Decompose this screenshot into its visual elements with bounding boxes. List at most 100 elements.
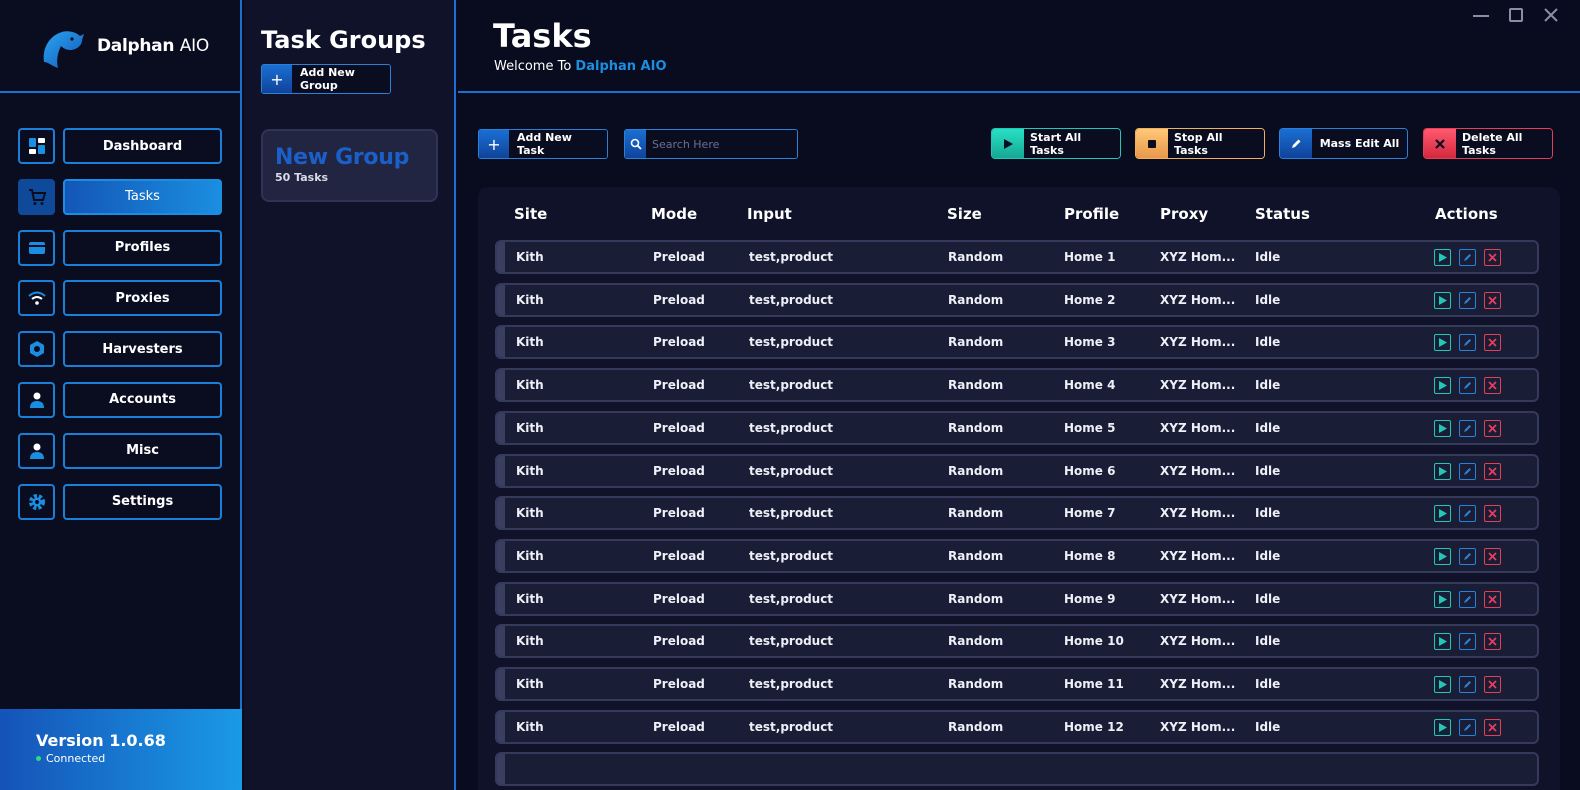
x-icon[interactable] bbox=[1484, 462, 1501, 480]
wifi-icon[interactable] bbox=[18, 280, 55, 317]
cart-icon[interactable] bbox=[18, 178, 55, 215]
sidebar-item-label[interactable]: Profiles bbox=[63, 229, 222, 266]
table-row[interactable]: Kith Preload test,product Random Home 7 XYZ H… bbox=[495, 496, 1539, 531]
cell-site: Kith bbox=[516, 420, 544, 435]
close-icon[interactable] bbox=[1544, 8, 1558, 22]
sidebar-item-accounts[interactable]: Accounts bbox=[18, 381, 222, 418]
pencil-icon[interactable] bbox=[1459, 462, 1476, 480]
sidebar-item-dashboard[interactable]: Dashboard bbox=[18, 128, 222, 164]
play-icon[interactable] bbox=[1434, 334, 1451, 352]
cell-input: test,product bbox=[749, 548, 834, 563]
column-header-proxy: Proxy bbox=[1160, 205, 1209, 223]
row-stripe bbox=[497, 455, 505, 486]
play-icon[interactable] bbox=[1434, 249, 1451, 266]
pencil-icon[interactable] bbox=[1459, 590, 1476, 608]
hexagon-icon[interactable] bbox=[18, 331, 55, 368]
x-icon[interactable] bbox=[1484, 505, 1501, 523]
x-icon[interactable] bbox=[1484, 334, 1501, 352]
play-icon[interactable] bbox=[1434, 462, 1451, 480]
pencil-icon[interactable] bbox=[1459, 419, 1476, 437]
dashboard-icon[interactable] bbox=[18, 128, 55, 164]
table-row[interactable]: Kith Preload test,product Random Home 9 XYZ H… bbox=[495, 581, 1539, 616]
play-icon[interactable] bbox=[1434, 633, 1451, 651]
sidebar-item-label[interactable]: Accounts bbox=[63, 381, 222, 418]
table-row[interactable] bbox=[495, 752, 1539, 787]
x-icon[interactable] bbox=[1484, 547, 1501, 565]
x-icon[interactable] bbox=[1484, 249, 1501, 266]
pencil-icon[interactable] bbox=[1459, 547, 1476, 565]
group-card[interactable]: New Group 50 Tasks bbox=[261, 129, 438, 202]
sidebar-item-profiles[interactable]: Profiles bbox=[18, 229, 222, 266]
play-icon[interactable] bbox=[1434, 377, 1451, 395]
sidebar-item-label[interactable]: Harvesters bbox=[63, 331, 222, 368]
sidebar-item-label[interactable]: Misc bbox=[63, 432, 222, 469]
cell-status: Idle bbox=[1255, 719, 1281, 734]
version-panel: Version 1.0.68 Connected bbox=[0, 709, 242, 790]
add-task-button[interactable]: + Add New Task bbox=[478, 129, 608, 159]
gear-icon[interactable] bbox=[18, 483, 55, 520]
sidebar-item-proxies[interactable]: Proxies bbox=[18, 280, 222, 317]
delete-all-button[interactable]: Delete All Tasks bbox=[1423, 128, 1553, 159]
card-icon[interactable] bbox=[18, 229, 55, 266]
page-title: Tasks bbox=[493, 17, 592, 55]
table-row[interactable]: Kith Preload test,product Random Home 4 XYZ H… bbox=[495, 368, 1539, 403]
play-icon[interactable] bbox=[1434, 547, 1451, 565]
x-icon[interactable] bbox=[1484, 419, 1501, 437]
sidebar-item-misc[interactable]: Misc bbox=[18, 432, 222, 469]
play-icon[interactable] bbox=[1434, 291, 1451, 309]
table-row[interactable]: Kith Preload test,product Random Home 6 XYZ H… bbox=[495, 453, 1539, 488]
cell-input: test,product bbox=[749, 250, 834, 264]
user-icon[interactable] bbox=[18, 432, 55, 469]
add-group-button[interactable]: + Add New Group bbox=[261, 64, 391, 94]
x-icon[interactable] bbox=[1484, 676, 1501, 693]
play-icon[interactable] bbox=[1434, 590, 1451, 608]
table-row[interactable]: Kith Preload test,product Random Home 2 XYZ H… bbox=[495, 282, 1539, 317]
sidebar-item-harvesters[interactable]: Harvesters bbox=[18, 331, 222, 368]
play-icon[interactable] bbox=[1434, 505, 1451, 523]
pencil-icon[interactable] bbox=[1459, 291, 1476, 309]
sidebar-item-settings[interactable]: Settings bbox=[18, 483, 222, 520]
pencil-icon[interactable] bbox=[1459, 633, 1476, 651]
sidebar-item-tasks[interactable]: Tasks bbox=[18, 178, 222, 215]
x-icon[interactable] bbox=[1484, 291, 1501, 309]
table-row[interactable]: Kith Preload test,product Random Home 8 XYZ H… bbox=[495, 538, 1539, 573]
cell-profile: Home 5 bbox=[1064, 420, 1116, 435]
x-icon[interactable] bbox=[1484, 633, 1501, 651]
table-row[interactable]: Kith Preload test,product Random Home 11 XYZ … bbox=[495, 667, 1539, 701]
search-box bbox=[624, 129, 798, 159]
pencil-icon[interactable] bbox=[1459, 334, 1476, 352]
table-row[interactable]: Kith Preload test,product Random Home 12 XYZ … bbox=[495, 709, 1539, 744]
sidebar-item-label[interactable]: Tasks bbox=[63, 178, 222, 215]
play-icon[interactable] bbox=[1434, 419, 1451, 437]
stop-all-button[interactable]: Stop All Tasks bbox=[1135, 128, 1265, 159]
pencil-icon[interactable] bbox=[1459, 505, 1476, 523]
x-icon[interactable] bbox=[1484, 590, 1501, 608]
mass-edit-button[interactable]: Mass Edit All bbox=[1279, 128, 1408, 159]
pencil-icon[interactable] bbox=[1459, 377, 1476, 395]
table-row[interactable]: Kith Preload test,product Random Home 3 XYZ H… bbox=[495, 325, 1539, 360]
pencil-icon[interactable] bbox=[1459, 676, 1476, 693]
x-icon[interactable] bbox=[1484, 718, 1501, 736]
user-icon[interactable] bbox=[18, 381, 55, 418]
status-dot-icon bbox=[36, 756, 41, 761]
maximize-icon[interactable] bbox=[1509, 8, 1523, 22]
cell-proxy: XYZ Hom... bbox=[1160, 378, 1236, 393]
cell-mode: Preload bbox=[653, 420, 705, 435]
table-row[interactable]: Kith Preload test,product Random Home 5 XYZ H… bbox=[495, 410, 1539, 445]
minimize-icon[interactable] bbox=[1473, 15, 1489, 17]
cell-input: test,product bbox=[749, 506, 834, 521]
search-input[interactable] bbox=[646, 130, 797, 158]
pencil-icon[interactable] bbox=[1459, 249, 1476, 266]
play-icon[interactable] bbox=[1434, 718, 1451, 736]
sidebar-item-label[interactable]: Proxies bbox=[63, 280, 222, 317]
x-icon[interactable] bbox=[1484, 377, 1501, 395]
table-row[interactable]: Kith Preload test,product Random Home 1 XYZ H… bbox=[495, 240, 1539, 274]
play-icon[interactable] bbox=[1434, 676, 1451, 693]
cell-status: Idle bbox=[1255, 677, 1281, 691]
cell-mode: Preload bbox=[653, 292, 705, 307]
sidebar-item-label[interactable]: Settings bbox=[63, 483, 222, 520]
start-all-button[interactable]: Start All Tasks bbox=[991, 128, 1121, 159]
sidebar-item-label[interactable]: Dashboard bbox=[63, 128, 222, 164]
table-row[interactable]: Kith Preload test,product Random Home 10 XYZ … bbox=[495, 624, 1539, 659]
pencil-icon[interactable] bbox=[1459, 718, 1476, 736]
